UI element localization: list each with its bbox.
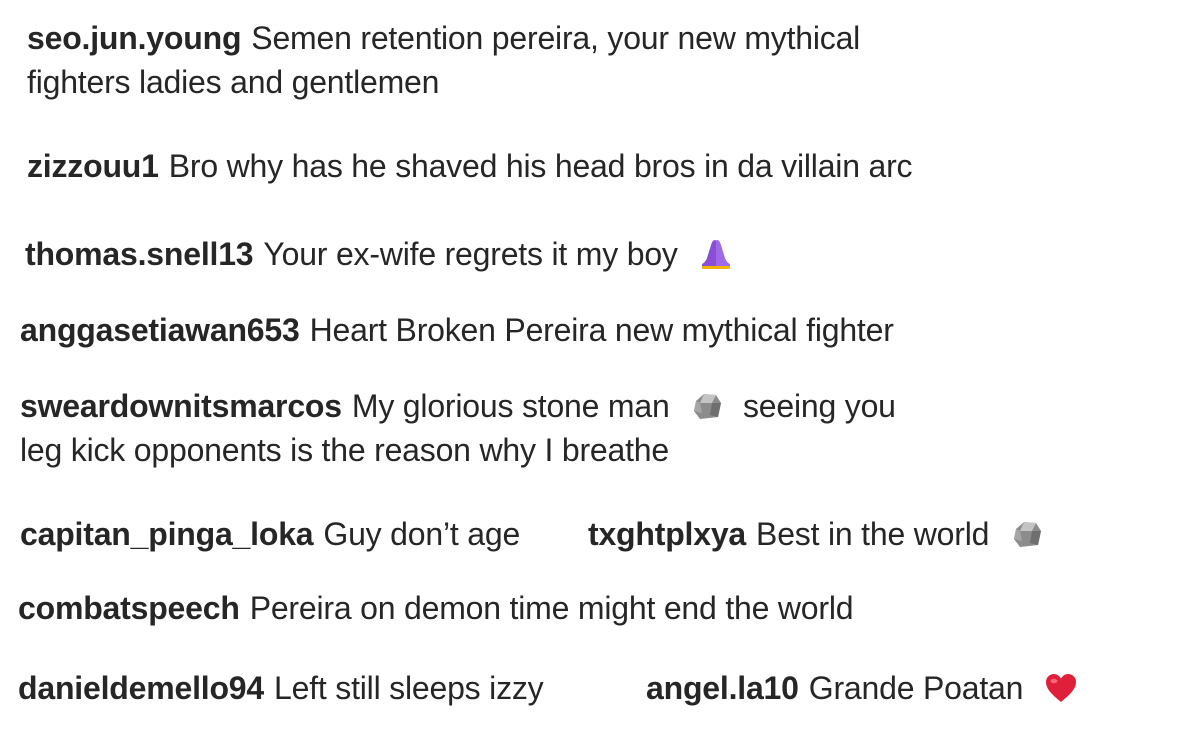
comment-username[interactable]: combatspeech xyxy=(18,590,240,626)
comment-7: txghtplxya Best in the world xyxy=(588,512,1044,556)
comment-1: seo.jun.young Semen retention pereira, yo… xyxy=(27,16,860,104)
rock-icon xyxy=(1010,517,1044,551)
comment-username[interactable]: sweardownitsmarcos xyxy=(20,388,342,424)
comment-5: sweardownitsmarcos My glorious stone man … xyxy=(20,384,896,472)
comment-username[interactable]: seo.jun.young xyxy=(27,20,241,56)
comment-username[interactable]: danieldemello94 xyxy=(18,670,264,706)
comment-10: angel.la10 Grande Poatan xyxy=(646,666,1078,710)
comment-3: thomas.snell13 Your ex-wife regrets it my… xyxy=(25,232,734,276)
comment-text: Bro why has he shaved his head bros in d… xyxy=(168,148,913,184)
comment-text-line2: leg kick opponents is the reason why I b… xyxy=(20,432,669,468)
comment-text: Your ex-wife regrets it my boy xyxy=(263,236,678,272)
comment-6: capitan_pinga_loka Guy don’t age xyxy=(20,512,520,556)
red-heart-icon xyxy=(1044,672,1078,704)
comment-9: danieldemello94 Left still sleeps izzy xyxy=(18,666,544,710)
comment-username[interactable]: txghtplxya xyxy=(588,516,746,552)
comment-text: Pereira on demon time might end the worl… xyxy=(249,590,854,626)
comment-text-continued: seeing you xyxy=(743,388,896,424)
comment-2: zizzouu1 Bro why has he shaved his head b… xyxy=(27,144,913,188)
comment-text: My glorious stone man xyxy=(351,388,670,424)
comment-username[interactable]: anggasetiawan653 xyxy=(20,312,300,348)
comment-username[interactable]: thomas.snell13 xyxy=(25,236,254,272)
comment-text: Best in the world xyxy=(756,516,990,552)
comment-text-line2: fighters ladies and gentlemen xyxy=(27,64,440,100)
rock-icon xyxy=(690,389,724,423)
comment-text: Heart Broken Pereira new mythical fighte… xyxy=(309,312,894,348)
comment-text: Semen retention pereira, your new mythic… xyxy=(251,20,861,56)
comment-username[interactable]: capitan_pinga_loka xyxy=(20,516,314,552)
comment-username[interactable]: zizzouu1 xyxy=(27,148,159,184)
comment-text: Grande Poatan xyxy=(808,670,1024,706)
folded-hands-icon xyxy=(698,236,734,272)
comment-text: Guy don’t age xyxy=(323,516,521,552)
comment-8: combatspeech Pereira on demon time might … xyxy=(18,586,854,630)
comment-text: Left still sleeps izzy xyxy=(274,670,544,706)
comment-4: anggasetiawan653 Heart Broken Pereira new… xyxy=(20,308,894,352)
comment-username[interactable]: angel.la10 xyxy=(646,670,799,706)
